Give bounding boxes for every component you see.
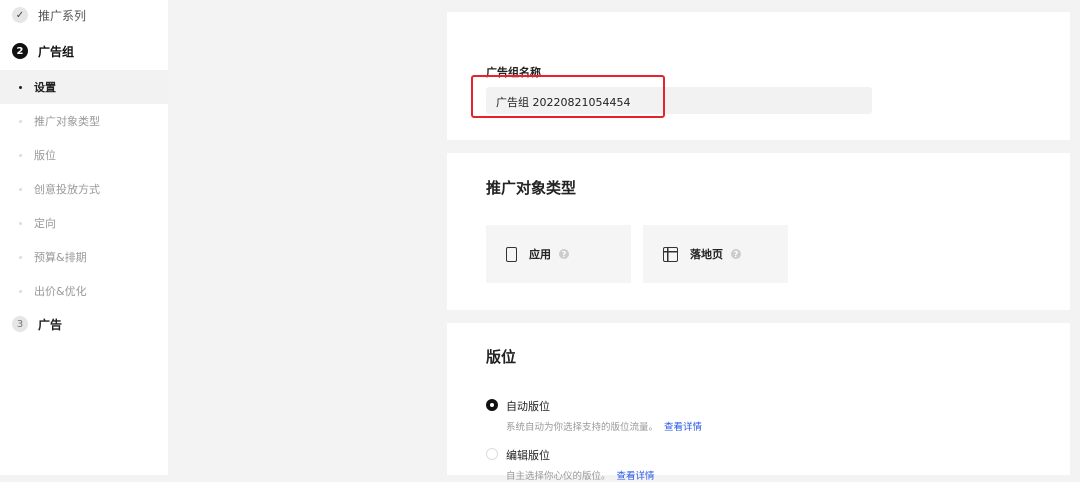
help-icon[interactable]: ? <box>559 249 569 259</box>
placement-title: 版位 <box>486 348 517 366</box>
help-icon[interactable]: ? <box>731 249 741 259</box>
promo-type-title: 推广对象类型 <box>486 179 577 197</box>
highlight-box <box>471 75 665 118</box>
sidebar-item-budget[interactable]: 预算&排期 <box>0 240 168 274</box>
edit-placement-desc: 自主选择你心仪的版位。 查看详情 <box>506 471 655 482</box>
edit-placement-label: 编辑版位 <box>506 449 550 462</box>
sidebar: ✓ 推广系列 2 广告组 设置 推广对象类型 版位 创意投放方式 定向 预算&排… <box>0 0 168 475</box>
auto-placement-desc: 系统自动为你选择支持的版位流量。 查看详情 <box>506 422 703 433</box>
phone-icon <box>506 246 517 262</box>
sidebar-item-placement[interactable]: 版位 <box>0 138 168 172</box>
promo-option-landing-page[interactable]: 落地页? <box>643 225 788 283</box>
step-ad[interactable]: 3 广告 <box>0 307 168 341</box>
view-details-link[interactable]: 查看详情 <box>664 422 702 433</box>
promo-option-app[interactable]: 应用? <box>486 225 631 283</box>
radio-auto-placement[interactable] <box>486 399 498 411</box>
step-campaign[interactable]: ✓ 推广系列 <box>0 0 168 32</box>
sidebar-item-bidding[interactable]: 出价&优化 <box>0 274 168 308</box>
check-icon: ✓ <box>12 7 28 23</box>
layout-icon <box>663 246 678 262</box>
sidebar-item-promo-type[interactable]: 推广对象类型 <box>0 104 168 138</box>
auto-placement-label: 自动版位 <box>506 400 550 413</box>
sidebar-item-creative[interactable]: 创意投放方式 <box>0 172 168 206</box>
radio-edit-placement[interactable] <box>486 448 498 460</box>
step-ad-group[interactable]: 2 广告组 <box>0 34 168 68</box>
view-details-link[interactable]: 查看详情 <box>617 471 655 482</box>
sidebar-item-settings[interactable]: 设置 <box>0 70 168 104</box>
sidebar-item-targeting[interactable]: 定向 <box>0 206 168 240</box>
